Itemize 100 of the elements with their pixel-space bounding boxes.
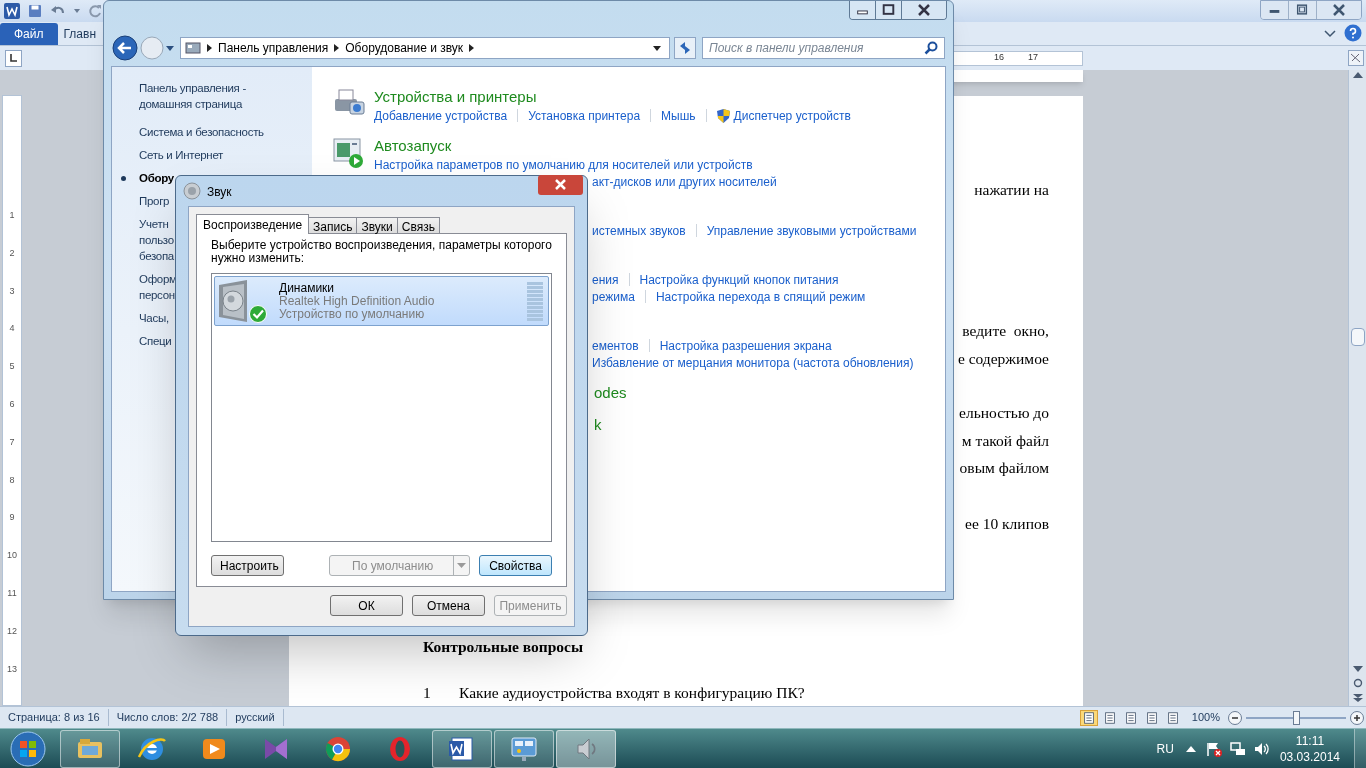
search-field[interactable]: Поиск в панели управления [702, 37, 945, 59]
paragraph-text: ее 10 клипов [965, 513, 1049, 534]
zoom-slider[interactable] [1246, 710, 1346, 725]
close-icon[interactable] [538, 175, 583, 195]
taskbar-button[interactable] [494, 729, 554, 768]
ruler-toggle-icon[interactable] [1348, 50, 1364, 66]
section-title-link[interactable]: k [594, 413, 602, 437]
check-badge-icon [249, 305, 267, 323]
save-icon[interactable] [28, 4, 42, 18]
link[interactable]: Избавление от мерцания монитора (частота обновления) [592, 353, 914, 372]
dialog-button[interactable]: ОК [330, 595, 403, 616]
link[interactable]: истемных звуков [592, 221, 686, 240]
ruler-number: 1 [9, 211, 15, 222]
word-app-icon[interactable] [4, 3, 20, 19]
search-icon[interactable] [924, 41, 938, 55]
address-bar[interactable]: Панель управления Оборудование и звук [180, 37, 670, 59]
status-text[interactable]: Число слов: 2/2 788 [108, 709, 228, 726]
link[interactable]: Настройка разрешения экрана [659, 336, 832, 355]
link[interactable]: ементов [592, 336, 639, 355]
scroll-down-icon[interactable] [1352, 666, 1363, 672]
device-name: Динамики [279, 281, 336, 295]
sidebar-item[interactable]: Панель управления - домашняя страница [139, 80, 312, 112]
sidebar-item[interactable]: Сеть и Интернет [139, 147, 312, 163]
device-item[interactable]: Динамики Realtek High Definition Audio Устройство по умолчанию [214, 276, 549, 326]
tab-selector-icon[interactable] [5, 49, 22, 67]
link[interactable]: акт-дисков или других носителей [592, 172, 777, 191]
section-title-link[interactable]: Устройства и принтеры [374, 85, 537, 109]
ribbon-tab[interactable]: Файл [0, 23, 58, 45]
restore-icon[interactable] [1289, 1, 1317, 19]
tab[interactable]: Связь [397, 217, 440, 234]
scroll-up-icon[interactable] [1352, 72, 1363, 78]
link[interactable]: режима [592, 287, 635, 306]
clock-time[interactable]: 11:11 [1295, 732, 1325, 749]
taskbar-button[interactable] [432, 729, 492, 768]
help-icon[interactable] [1344, 24, 1362, 42]
bullet-icon [121, 176, 126, 181]
ribbon-collapse-chevron-icon[interactable] [1324, 29, 1336, 39]
volume-meter-icon [527, 281, 543, 321]
paragraph-text: ведите окно, [962, 321, 1049, 341]
browse-object-icon[interactable] [1352, 678, 1363, 688]
close-icon[interactable] [902, 1, 946, 19]
breadcrumb-separator-icon[interactable] [334, 44, 340, 52]
tab[interactable]: Запись [309, 217, 358, 234]
show-desktop-button[interactable] [1354, 729, 1366, 768]
instruction-text: Выберите устройство воспроизведения, параметры которого нужно изменить: [211, 239, 552, 265]
link[interactable]: Мышь [661, 106, 696, 125]
status-text[interactable]: Страница: 8 из 16 [0, 709, 109, 726]
next-page-icon[interactable] [1352, 694, 1363, 702]
link[interactable]: ения [592, 270, 619, 289]
breadcrumb-item[interactable]: Оборудование и звук [345, 39, 464, 57]
tab[interactable]: Воспроизведение [196, 214, 310, 234]
breadcrumb-item[interactable]: Панель управления [218, 39, 329, 57]
link[interactable]: Управление звуковыми устройствами [706, 221, 917, 240]
section-title-link[interactable]: Автозапуск [374, 134, 452, 158]
tab[interactable]: Звуки [357, 217, 398, 234]
zoom-in-icon[interactable] [1350, 710, 1364, 725]
link[interactable]: Диспетчер устройств [733, 106, 851, 125]
ribbon-tab[interactable]: Главн [59, 23, 101, 45]
device-driver: Realtek High Definition Audio [279, 294, 435, 308]
sidebar-item[interactable]: Система и безопасность [139, 124, 312, 140]
section-title-link[interactable]: odes [594, 381, 627, 405]
device-status: Устройство по умолчанию [279, 307, 426, 321]
language-indicator[interactable]: RU [1156, 739, 1174, 758]
link[interactable]: Настройка перехода в спящий режим [655, 287, 866, 306]
autoplay-icon[interactable] [332, 136, 366, 170]
link[interactable]: Добавление устройства [374, 106, 508, 125]
paragraph-text: ельностью до [959, 403, 1049, 423]
clock[interactable]: 11:11 03.03.2014 [1279, 732, 1340, 765]
flag-error-icon[interactable] [1205, 740, 1222, 757]
zoom-level[interactable]: 100% [1191, 709, 1220, 726]
close-icon[interactable] [1317, 1, 1361, 19]
scroll-thumb[interactable] [1350, 328, 1365, 346]
link[interactable]: Настройка функций кнопок питания [639, 270, 839, 289]
dialog-button[interactable]: Настроить [211, 555, 284, 576]
link[interactable]: Настройка параметров по умолчанию для носителей или устройств [374, 155, 753, 174]
status-text[interactable]: русский [227, 709, 284, 726]
dropdown-caret-icon[interactable] [74, 9, 80, 13]
question-text: Какие аудиоустройства входят в конфигурацию ПК? [459, 682, 805, 703]
refresh-icon[interactable] [674, 37, 696, 59]
maximize-icon[interactable] [876, 1, 902, 19]
breadcrumb-separator-icon[interactable] [207, 44, 212, 52]
link[interactable]: Установка принтера [528, 106, 641, 125]
ruler-number: 3 [9, 286, 15, 298]
zoom-out-icon[interactable] [1228, 710, 1242, 725]
vertical-scrollbar[interactable] [1348, 70, 1366, 706]
network-icon[interactable] [1229, 740, 1246, 757]
show-hidden-icons-icon[interactable] [1185, 744, 1196, 753]
section-heading: Контрольные вопросы [423, 637, 585, 657]
dialog-button[interactable]: Свойства [479, 555, 552, 576]
paragraph-text: м такой файл [961, 430, 1049, 451]
dialog-button[interactable]: Отмена [412, 595, 485, 616]
shield-icon [716, 108, 730, 123]
zoom-slider-thumb[interactable] [1293, 710, 1300, 725]
minimize-icon[interactable] [1261, 1, 1289, 19]
start-orb-icon[interactable] [10, 730, 46, 767]
clock-date[interactable]: 03.03.2014 [1279, 748, 1340, 765]
taskbar-button[interactable] [60, 729, 120, 768]
breadcrumb-separator-icon[interactable] [469, 44, 475, 52]
speaker-icon [183, 182, 201, 200]
print-layout-icon[interactable] [1079, 709, 1098, 726]
